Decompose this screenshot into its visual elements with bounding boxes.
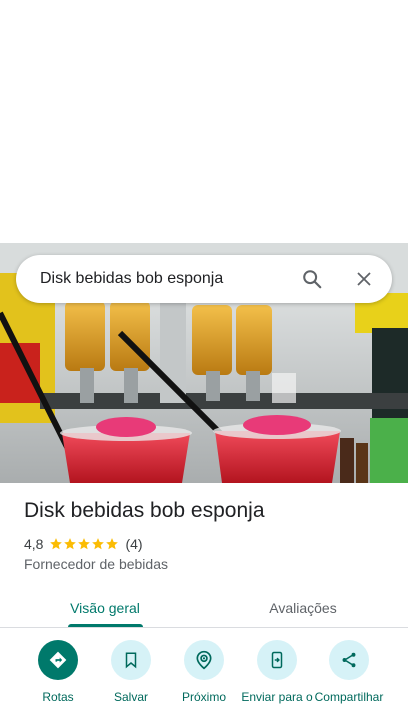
search-bar[interactable]: Disk bebidas bob esponja [16,255,392,303]
place-category[interactable]: Fornecedor de bebidas [24,556,168,572]
map-blank-area [0,0,408,243]
directions-button[interactable]: Rotas [22,640,94,704]
directions-label: Rotas [42,690,74,704]
tab-bar: Visão geral Avaliações [0,588,408,628]
rating-row[interactable]: 4,8 (4) [24,535,143,553]
star-icon [50,538,63,550]
send-to-phone-label: Enviar para o [241,690,313,704]
search-query-text[interactable]: Disk bebidas bob esponja [40,270,292,288]
share-icon [329,640,369,680]
rating-stars [49,537,119,551]
star-icon [64,538,77,550]
star-icon [92,538,105,550]
save-label: Salvar [113,690,148,704]
directions-icon [38,640,78,680]
share-label: Compartilhar [314,690,384,704]
send-to-phone-icon [257,640,297,680]
star-icon [106,538,119,550]
active-tab-indicator [68,624,143,627]
share-button[interactable]: Compartilhar [313,640,385,704]
rating-value: 4,8 [24,536,44,552]
save-button[interactable]: Salvar [95,640,167,704]
close-icon[interactable] [344,259,384,299]
place-title: Disk bebidas bob esponja [24,499,265,522]
bookmark-icon [111,640,151,680]
nearby-button[interactable]: Próximo [168,640,240,704]
search-icon[interactable] [292,259,332,299]
action-bar: Rotas Salvar Próximo Enviar para o Compa… [0,640,408,726]
send-to-phone-button[interactable]: Enviar para o [241,640,313,704]
nearby-label: Próximo [181,690,226,704]
tab-reviews[interactable]: Avaliações [198,588,408,628]
tab-overview[interactable]: Visão geral [0,588,210,628]
nearby-icon [184,640,224,680]
star-icon [78,538,91,550]
reviews-count[interactable]: (4) [125,536,142,552]
